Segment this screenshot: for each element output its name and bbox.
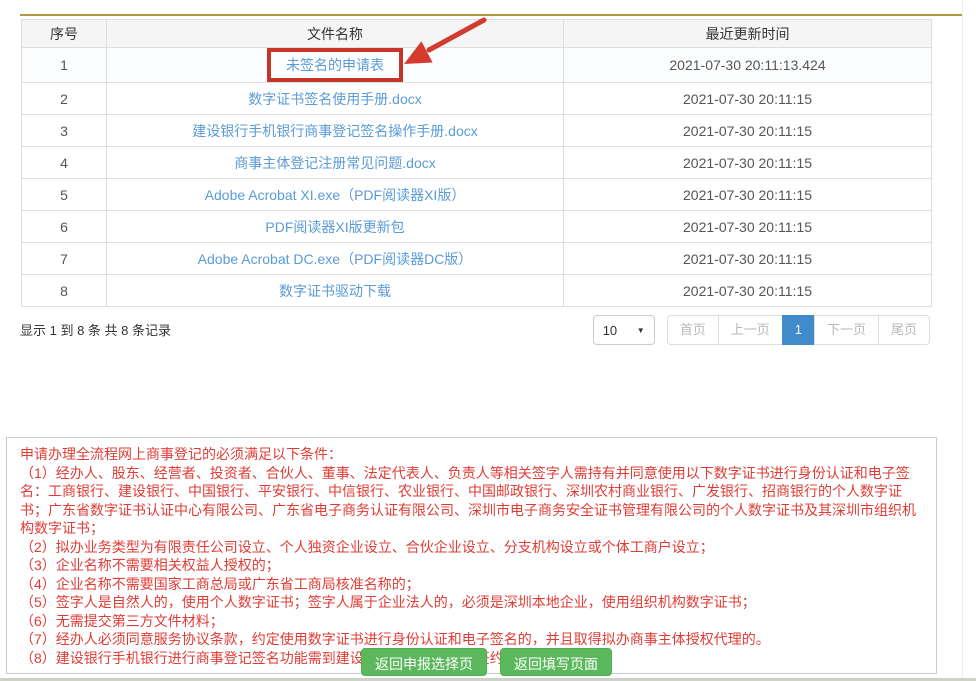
current-page-button[interactable]: 1 [782,315,815,345]
back-to-declare-select-button[interactable]: 返回申报选择页 [361,648,487,676]
row-file-cell: 数字证书驱动下载 [107,275,564,307]
gold-divider-line [20,14,962,16]
notice-item: （2）拟办业务类型为有限责任公司设立、个人独资企业设立、合伙企业设立、分支机构设… [20,538,923,557]
record-summary: 显示 1 到 8 条 共 8 条记录 [20,320,171,339]
row-time: 2021-07-30 20:11:15 [564,115,932,147]
page-size-value: 10 [603,323,617,338]
notice-item: （6）无需提交第三方文件材料； [20,612,923,631]
row-number: 8 [22,275,107,307]
pager-buttons: 首页 上一页 1 下一页 尾页 [667,315,930,345]
annotation-arrow-icon [398,14,490,72]
table-row: 5 Adobe Acrobat XI.exe（PDF阅读器XI版） 2021-0… [22,179,932,211]
annotation-highlight-box: 未签名的申请表 [267,48,403,82]
table-row: 4 商事主体登记注册常见问题.docx 2021-07-30 20:11:15 [22,147,932,179]
row-number: 2 [22,83,107,115]
file-link[interactable]: 商事主体登记注册常见问题.docx [234,155,435,171]
right-edge-divider [962,0,963,678]
table-row: 6 PDF阅读器XI版更新包 2021-07-30 20:11:15 [22,211,932,243]
header-no: 序号 [22,20,107,48]
next-page-button[interactable]: 下一页 [814,315,879,345]
table-row: 3 建设银行手机银行商事登记签名操作手册.docx 2021-07-30 20:… [22,115,932,147]
file-link[interactable]: Adobe Acrobat DC.exe（PDF阅读器DC版） [198,251,473,267]
back-to-fill-page-button[interactable]: 返回填写页面 [500,648,612,676]
notice-box: 申请办理全流程网上商事登记的必须满足以下条件： （1）经办人、股东、经营者、投资… [6,437,937,674]
row-number: 3 [22,115,107,147]
row-time: 2021-07-30 20:11:15 [564,147,932,179]
row-time: 2021-07-30 20:11:15 [564,275,932,307]
file-link[interactable]: 数字证书签名使用手册.docx [248,91,421,107]
footer-buttons: 返回申报选择页 返回填写页面 [361,648,612,676]
table-row: 8 数字证书驱动下载 2021-07-30 20:11:15 [22,275,932,307]
notice-intro: 申请办理全流程网上商事登记的必须满足以下条件： [20,445,923,464]
header-update-time: 最近更新时间 [564,20,932,48]
page: 序号 文件名称 最近更新时间 1 未签名的申请表 2021-07-30 20:1… [0,0,976,681]
notice-item: （4）企业名称不需要国家工商总局或广东省工商局核准名称的； [20,575,923,594]
row-number: 7 [22,243,107,275]
row-file-cell: Adobe Acrobat XI.exe（PDF阅读器XI版） [107,179,564,211]
row-time: 2021-07-30 20:11:13.424 [564,48,932,83]
row-number: 4 [22,147,107,179]
row-file-cell: PDF阅读器XI版更新包 [107,211,564,243]
row-number: 5 [22,179,107,211]
file-link[interactable]: PDF阅读器XI版更新包 [265,219,404,235]
file-link[interactable]: 未签名的申请表 [286,57,384,73]
row-file-cell: Adobe Acrobat DC.exe（PDF阅读器DC版） [107,243,564,275]
header-file-name: 文件名称 [107,20,564,48]
file-link[interactable]: 数字证书驱动下载 [279,283,391,299]
chevron-down-icon: ▼ [637,326,645,335]
table-row: 2 数字证书签名使用手册.docx 2021-07-30 20:11:15 [22,83,932,115]
page-size-select[interactable]: 10 ▼ [593,315,655,345]
row-file-cell: 建设银行手机银行商事登记签名操作手册.docx [107,115,564,147]
notice-item: （5）签字人是自然人的，使用个人数字证书；签字人属于企业法人的，必须是深圳本地企… [20,593,923,612]
table-row: 7 Adobe Acrobat DC.exe（PDF阅读器DC版） 2021-0… [22,243,932,275]
last-page-button[interactable]: 尾页 [878,315,930,345]
row-time: 2021-07-30 20:11:15 [564,179,932,211]
row-number: 1 [22,48,107,83]
row-time: 2021-07-30 20:11:15 [564,243,932,275]
notice-item: （3）企业名称不需要相关权益人授权的； [20,556,923,575]
pagination: 10 ▼ 首页 上一页 1 下一页 尾页 [593,315,930,345]
file-link[interactable]: Adobe Acrobat XI.exe（PDF阅读器XI版） [205,187,466,203]
row-file-cell: 商事主体登记注册常见问题.docx [107,147,564,179]
notice-item: （1）经办人、股东、经营者、投资者、合伙人、董事、法定代表人、负责人等相关签字人… [20,464,923,538]
row-file-cell: 未签名的申请表 [107,48,564,83]
notice-item: （7）经办人必须同意服务协议条款，约定使用数字证书进行身份认证和电子签名的，并且… [20,630,923,649]
row-time: 2021-07-30 20:11:15 [564,83,932,115]
row-number: 6 [22,211,107,243]
prev-page-button[interactable]: 上一页 [718,315,783,345]
row-time: 2021-07-30 20:11:15 [564,211,932,243]
first-page-button[interactable]: 首页 [667,315,719,345]
file-link[interactable]: 建设银行手机银行商事登记签名操作手册.docx [192,123,477,139]
row-file-cell: 数字证书签名使用手册.docx [107,83,564,115]
file-table-body: 1 未签名的申请表 2021-07-30 20:11:13.424 2 数字证书… [22,48,932,307]
